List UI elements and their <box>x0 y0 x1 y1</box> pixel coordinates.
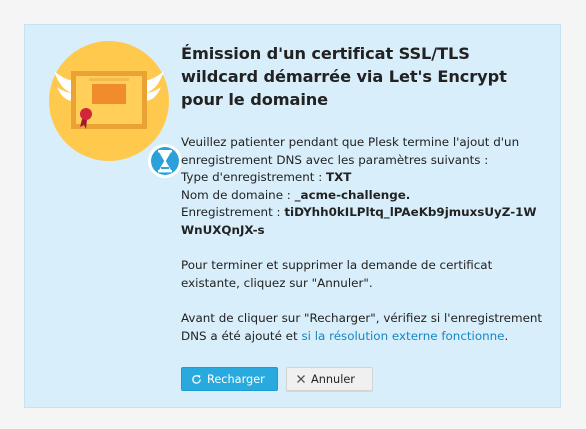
reload-info-suffix: . <box>504 328 509 343</box>
cancel-button-label: Annuler <box>311 372 355 386</box>
refresh-icon <box>192 374 201 384</box>
cancel-button[interactable]: Annuler <box>286 367 373 391</box>
close-icon <box>297 375 305 383</box>
record-type-label: Type d'enregistrement : <box>181 170 323 185</box>
dialog-title: Émission d'un certificat SSL/TLS wildcar… <box>181 44 507 109</box>
reload-button-label: Recharger <box>207 372 265 386</box>
intro-text: Veuillez patienter pendant que Plesk ter… <box>181 135 520 167</box>
reload-button[interactable]: Recharger <box>181 367 278 391</box>
record-type-row: Type d'enregistrement : TXT <box>181 169 543 187</box>
button-bar: Recharger Annuler <box>181 367 373 391</box>
domain-name-value: _acme-challenge. <box>294 187 411 202</box>
info-panel: Émission d'un certificat SSL/TLS wildcar… <box>24 24 561 408</box>
cancel-info-text: Pour terminer et supprimer la demande de… <box>181 258 493 290</box>
reload-info-text: Avant de cliquer sur "Recharger", vérifi… <box>181 310 543 345</box>
dialog-body: Veuillez patienter pendant que Plesk ter… <box>181 134 543 345</box>
certificate-hourglass-icon <box>49 41 182 178</box>
external-resolution-link[interactable]: si la résolution externe fonctionne <box>301 329 504 343</box>
certificate-illustration <box>49 41 182 181</box>
domain-name-row: Nom de domaine : _acme-challenge. <box>181 187 543 205</box>
dialog-content: Émission d'un certificat SSL/TLS wildcar… <box>181 42 543 345</box>
domain-name-label: Nom de domaine : <box>181 187 291 202</box>
record-row: Enregistrement : tiDYhh0kILPltq_lPAeKb9j… <box>181 204 543 239</box>
record-label: Enregistrement : <box>181 205 281 220</box>
record-type-value: TXT <box>326 170 352 185</box>
